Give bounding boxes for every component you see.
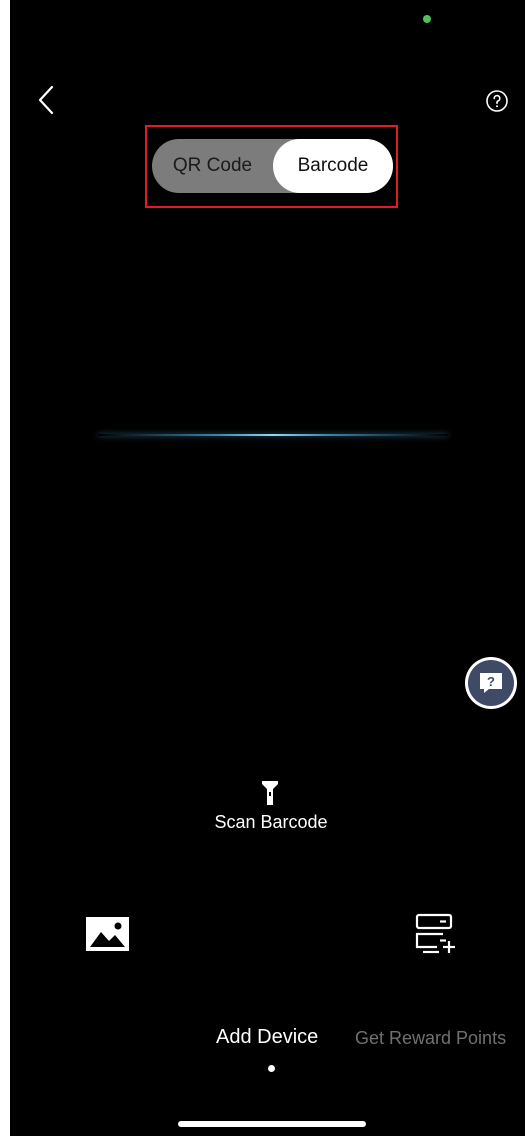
flashlight-button[interactable]: [260, 780, 280, 806]
floating-help-label: ?: [487, 674, 495, 689]
barcode-option[interactable]: Barcode: [273, 139, 393, 193]
back-button[interactable]: [30, 82, 62, 118]
chevron-left-icon: [38, 85, 54, 115]
scan-line: [98, 434, 448, 436]
chat-question-icon: ?: [468, 660, 514, 706]
home-indicator[interactable]: [178, 1121, 366, 1127]
active-tab-indicator: [268, 1065, 275, 1072]
scanner-screen: QR Code Barcode ? Scan Barcode Add Devic…: [10, 0, 525, 1136]
flashlight-icon: [262, 781, 278, 805]
floating-help-button[interactable]: ?: [465, 657, 517, 709]
tab-add-device[interactable]: Add Device: [216, 1026, 318, 1049]
qr-code-option[interactable]: QR Code: [152, 139, 273, 193]
question-circle-icon: [486, 90, 508, 112]
scan-mode-toggle[interactable]: QR Code Barcode: [152, 139, 393, 193]
scan-barcode-label: Scan Barcode: [214, 812, 328, 832]
gallery-button[interactable]: [86, 917, 129, 951]
tab-get-reward-points[interactable]: Get Reward Points: [355, 1028, 506, 1049]
image-gallery-icon: [86, 917, 129, 951]
camera-indicator-dot: [423, 15, 431, 23]
help-button[interactable]: [485, 89, 509, 113]
add-device-icon-button[interactable]: [415, 913, 457, 955]
server-add-icon: [415, 913, 455, 954]
